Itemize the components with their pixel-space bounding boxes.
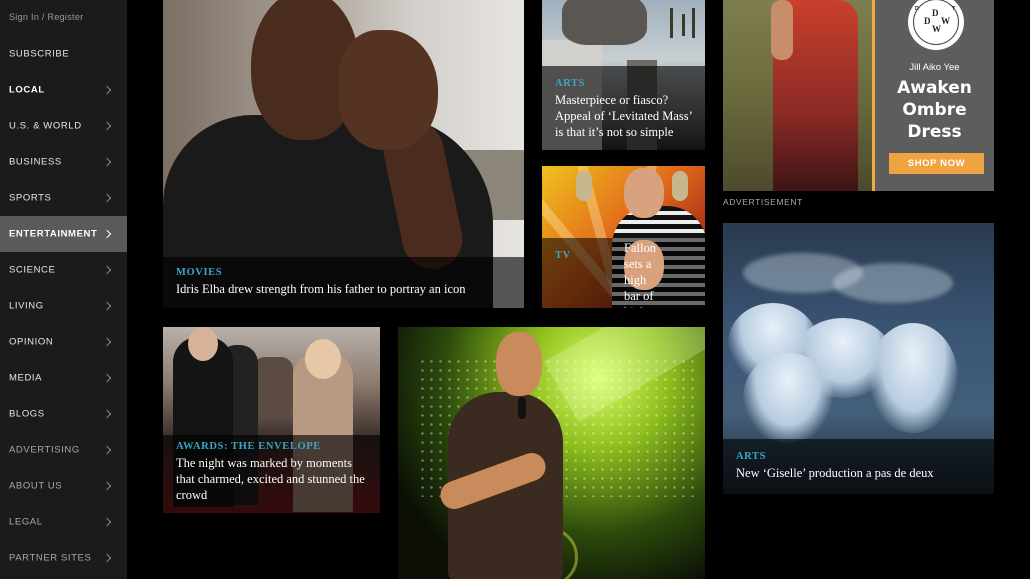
sidebar-item-opinion[interactable]: OPINION <box>0 324 127 360</box>
chevron-right-icon <box>102 445 112 455</box>
advertisement-banner[interactable]: D T D D W W Jill Aiko Yee Awaken Ombre D… <box>723 0 994 191</box>
story-image-detail <box>338 30 438 150</box>
story-image-detail <box>624 168 664 218</box>
story-image-detail <box>670 8 673 38</box>
brand-logo-mark: D <box>915 6 920 12</box>
sidebar-item-partner-sites[interactable]: PARTNER SITES <box>0 540 127 576</box>
story-headline[interactable]: Fallon sets a high bar of high jinks <box>624 240 664 308</box>
sidebar-item-advertising[interactable]: ADVERTISING <box>0 432 127 468</box>
story-card-levitated-mass[interactable]: ARTS Masterpiece or fiasco? Appeal of ‘L… <box>542 0 705 150</box>
story-card-elba[interactable]: MOVIES Idris Elba drew strength from his… <box>163 0 524 308</box>
story-caption: ARTS New ‘Giselle’ production a pas de d… <box>723 439 994 494</box>
story-image-detail <box>576 171 592 201</box>
story-card-giselle[interactable]: ARTS New ‘Giselle’ production a pas de d… <box>723 223 994 494</box>
sidebar-item-label: ABOUT US <box>9 480 63 492</box>
story-image-detail <box>868 323 958 433</box>
story-image-detail <box>496 332 542 396</box>
story-headline[interactable]: Masterpiece or fiasco? Appeal of ‘Levita… <box>555 92 692 140</box>
story-section-label: MOVIES <box>176 267 223 278</box>
sidebar-item-about-us[interactable]: ABOUT US <box>0 468 127 504</box>
ad-headline-line: Awaken <box>897 78 972 98</box>
brand-logo-mark: T <box>952 6 957 12</box>
sidebar-item-u-s-world[interactable]: U.S. & WORLD <box>0 108 127 144</box>
sidebar-item-business[interactable]: BUSINESS <box>0 144 127 180</box>
story-image-detail <box>833 263 953 303</box>
sidebar-item-science[interactable]: SCIENCE <box>0 252 127 288</box>
story-image-detail <box>305 339 341 379</box>
sidebar-item-local[interactable]: LOCAL <box>0 72 127 108</box>
brand-logo: D T D D W W <box>908 0 964 50</box>
story-caption: TV Fallon sets a high bar of high jinks <box>542 238 705 308</box>
story-section-label: ARTS <box>736 451 767 462</box>
brand-logo-mark: D <box>924 16 931 26</box>
sidebar-item-label: LOCAL <box>9 84 45 96</box>
chevron-right-icon <box>102 265 112 275</box>
sidebar-item-label: SUBSCRIBE <box>9 48 70 60</box>
chevron-right-icon <box>102 517 112 527</box>
sidebar-item-label: SCIENCE <box>9 264 56 276</box>
story-image-detail <box>743 353 833 443</box>
story-image-detail <box>253 357 293 417</box>
sidebar-item-label: LEGAL <box>9 516 43 528</box>
sidebar-item-living[interactable]: LIVING <box>0 288 127 324</box>
sidebar-item-label: ENTERTAINMENT <box>9 228 98 240</box>
sidebar-item-label: PARTNER SITES <box>9 552 92 564</box>
chevron-right-icon <box>102 373 112 383</box>
sidebar-item-label: BLOGS <box>9 408 45 420</box>
sidebar-item-subscribe[interactable]: SUBSCRIBE <box>0 36 127 72</box>
chevron-right-icon <box>102 157 112 167</box>
brand-logo-mark: D <box>932 8 939 18</box>
brand-logo-mark: W <box>941 16 950 26</box>
story-caption: MOVIES Idris Elba drew strength from his… <box>163 257 524 308</box>
sidebar-item-label: BUSINESS <box>9 156 62 168</box>
sidebar-item-label: ADVERTISING <box>9 444 80 456</box>
story-headline[interactable]: Idris Elba drew strength from his father… <box>176 281 511 297</box>
advertisement-label: ADVERTISEMENT <box>723 197 803 207</box>
story-headline[interactable]: The night was marked by moments that cha… <box>176 455 367 503</box>
story-image-detail <box>562 0 647 45</box>
chevron-right-icon <box>102 337 112 347</box>
story-image-detail <box>692 8 695 38</box>
chevron-right-icon <box>102 301 112 311</box>
sign-in-register-link[interactable]: Sign In / Register <box>9 12 83 22</box>
story-image-detail <box>682 14 685 36</box>
story-image-detail <box>188 327 218 361</box>
story-section-label: AWARDS: THE ENVELOPE <box>176 441 321 452</box>
chevron-right-icon <box>102 481 112 491</box>
shop-now-button[interactable]: SHOP NOW <box>889 153 984 174</box>
story-image-detail <box>672 171 688 201</box>
story-section-label: ARTS <box>555 78 586 89</box>
chevron-right-icon <box>102 229 112 239</box>
story-card-concert[interactable] <box>398 327 705 579</box>
sidebar-item-legal[interactable]: LEGAL <box>0 504 127 540</box>
sidebar-item-media[interactable]: MEDIA <box>0 360 127 396</box>
sidebar-item-label: SPORTS <box>9 192 52 204</box>
story-caption: AWARDS: THE ENVELOPE The night was marke… <box>163 435 380 513</box>
story-image-detail <box>518 397 526 419</box>
brand-logo-mark: W <box>932 24 941 34</box>
ad-headline-line: Dress <box>907 122 962 142</box>
chevron-right-icon <box>102 553 112 563</box>
ad-panel: D T D D W W Jill Aiko Yee Awaken Ombre D… <box>875 0 994 191</box>
sidebar-item-label: MEDIA <box>9 372 43 384</box>
sidebar-item-label: OPINION <box>9 336 54 348</box>
story-caption: ARTS Masterpiece or fiasco? Appeal of ‘L… <box>542 66 705 150</box>
story-card-fallon[interactable]: TV Fallon sets a high bar of high jinks <box>542 166 705 308</box>
sidebar-item-label: U.S. & WORLD <box>9 120 82 132</box>
sidebar-item-sports[interactable]: SPORTS <box>0 180 127 216</box>
sidebar-item-blogs[interactable]: BLOGS <box>0 396 127 432</box>
sidebar-item-entertainment[interactable]: ENTERTAINMENT <box>0 216 127 252</box>
sidebar-nav: Sign In / Register SUBSCRIBE LOCAL U.S. & … <box>0 0 127 579</box>
sidebar-item-label: LIVING <box>9 300 44 312</box>
ad-image-detail <box>771 0 793 60</box>
story-card-awards[interactable]: AWARDS: THE ENVELOPE The night was marke… <box>163 327 380 513</box>
chevron-right-icon <box>102 85 112 95</box>
chevron-right-icon <box>102 121 112 131</box>
ad-headline-line: Ombre <box>902 100 967 120</box>
chevron-right-icon <box>102 193 112 203</box>
ad-headline: Awaken Ombre Dress <box>875 77 994 143</box>
story-headline[interactable]: New ‘Giselle’ production a pas de deux <box>736 465 981 481</box>
chevron-right-icon <box>102 409 112 419</box>
ad-brand-name: Jill Aiko Yee <box>909 62 960 73</box>
